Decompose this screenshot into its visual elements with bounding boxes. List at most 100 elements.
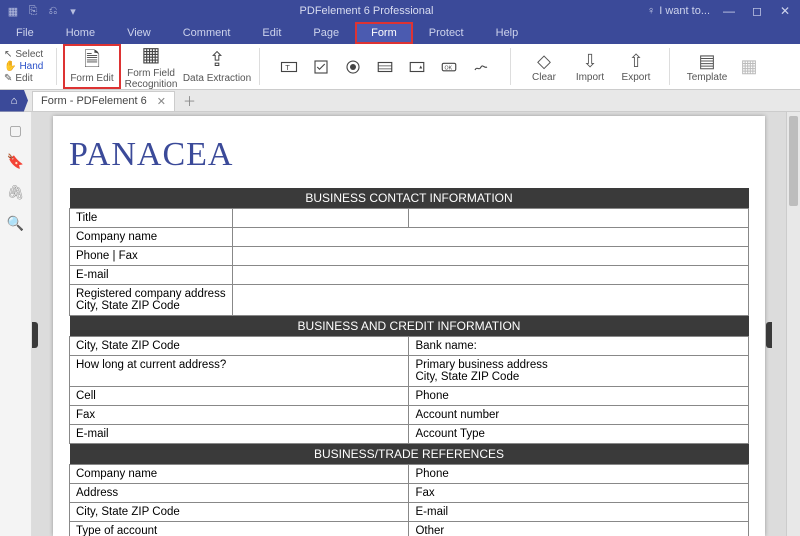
- app-title: PDFelement 6 Professional: [86, 5, 647, 17]
- more-templates-button[interactable]: ▦: [738, 44, 760, 89]
- import-button[interactable]: ⇩Import: [571, 44, 609, 89]
- field-title[interactable]: [232, 209, 409, 228]
- export-button[interactable]: ⇧Export: [617, 44, 655, 89]
- page: PANACEA BUSINESS CONTACT INFORMATION Tit…: [53, 116, 765, 536]
- section-header-3: BUSINESS/TRADE REFERENCES: [70, 444, 749, 465]
- text-field-icon[interactable]: T: [278, 56, 300, 78]
- label-fax: Fax: [70, 406, 409, 425]
- label-email: E-mail: [70, 266, 233, 285]
- label-other: Other: [409, 522, 749, 536]
- form-field-palette: T OK: [266, 44, 504, 89]
- brand-title: PANACEA: [69, 136, 749, 174]
- menu-bar: FileHomeViewCommentEditPageFormProtectHe…: [0, 22, 800, 44]
- label-bank-name: Bank name:: [409, 337, 749, 356]
- qat-dropdown-icon[interactable]: ▾: [66, 4, 80, 18]
- button-field-icon[interactable]: OK: [438, 56, 460, 78]
- edit-tool[interactable]: ✎Edit: [4, 73, 50, 84]
- bulb-icon: ♀: [647, 5, 655, 17]
- radio-field-icon[interactable]: [342, 56, 364, 78]
- minimize-button[interactable]: —: [720, 4, 738, 18]
- field-reg-address[interactable]: [232, 285, 748, 316]
- field-email[interactable]: [232, 266, 748, 285]
- label-primary-address: Primary business address City, State ZIP…: [409, 356, 749, 387]
- scrollbar-thumb[interactable]: [789, 116, 798, 206]
- menu-tab-home[interactable]: Home: [50, 22, 111, 44]
- label-phone-2: Phone: [409, 387, 749, 406]
- qat-icon-1[interactable]: ⎘: [26, 4, 40, 18]
- label-company-name-2: Company name: [70, 465, 409, 484]
- thumbnails-icon[interactable]: ▢: [9, 122, 22, 139]
- import-icon: ⇩: [582, 51, 597, 72]
- select-tool[interactable]: ↖Select: [4, 49, 50, 60]
- svg-text:OK: OK: [445, 65, 453, 71]
- menu-tab-protect[interactable]: Protect: [413, 22, 480, 44]
- selection-tools: ↖Select ✋Hand ✎Edit: [0, 44, 50, 89]
- pencil-icon: ✎: [4, 73, 12, 84]
- clear-button[interactable]: ◇Clear: [525, 44, 563, 89]
- cursor-icon: ↖: [4, 49, 12, 60]
- form-field-recognition-button[interactable]: ▦ Form Field Recognition: [121, 44, 181, 89]
- form-edit-button[interactable]: 🗎 Form Edit: [63, 44, 121, 89]
- field-company-name[interactable]: [232, 228, 748, 247]
- i-want-to[interactable]: ♀ I want to...: [647, 5, 710, 17]
- label-account-number: Account number: [409, 406, 749, 425]
- data-extraction-icon: ⇪: [209, 49, 226, 71]
- section-header-1: BUSINESS CONTACT INFORMATION: [70, 188, 749, 209]
- combobox-field-icon[interactable]: [374, 56, 396, 78]
- label-cell: Cell: [70, 387, 409, 406]
- hand-tool[interactable]: ✋Hand: [4, 61, 50, 72]
- label-how-long: How long at current address?: [70, 356, 409, 387]
- label-account-type: Account Type: [409, 425, 749, 444]
- label-address: Address: [70, 484, 409, 503]
- label-title: Title: [70, 209, 233, 228]
- hand-icon: ✋: [4, 61, 16, 72]
- label-type-of-account: Type of account: [70, 522, 409, 536]
- label-reg-address: Registered company address City, State Z…: [70, 285, 233, 316]
- field-phone-fax[interactable]: [232, 247, 748, 266]
- new-tab-button[interactable]: ＋: [183, 91, 196, 110]
- checkbox-field-icon[interactable]: [310, 56, 332, 78]
- label-fax-2: Fax: [409, 484, 749, 503]
- label-phone-fax: Phone | Fax: [70, 247, 233, 266]
- label-email-3: E-mail: [409, 503, 749, 522]
- close-button[interactable]: ✕: [776, 4, 794, 18]
- qat-icon-2[interactable]: ⎌: [46, 4, 60, 18]
- template-icon: ▤: [698, 51, 715, 72]
- eraser-icon: ◇: [537, 51, 551, 72]
- close-tab-icon[interactable]: ✕: [157, 95, 166, 108]
- vertical-scrollbar[interactable]: [786, 112, 800, 536]
- menu-tab-form[interactable]: Form: [355, 22, 413, 44]
- section-header-2: BUSINESS AND CREDIT INFORMATION: [70, 316, 749, 337]
- menu-tab-help[interactable]: Help: [480, 22, 535, 44]
- label-phone-3: Phone: [409, 465, 749, 484]
- form-table: BUSINESS CONTACT INFORMATION Title Compa…: [69, 188, 749, 536]
- form-edit-icon: 🗎: [84, 49, 100, 71]
- label-company-name: Company name: [70, 228, 233, 247]
- template-button[interactable]: ▤Template: [684, 44, 730, 89]
- left-expand-handle[interactable]: [32, 322, 38, 348]
- form-field-icon: ▦: [142, 44, 161, 66]
- listbox-field-icon[interactable]: [406, 56, 428, 78]
- label-city-zip: City, State ZIP Code: [70, 337, 409, 356]
- search-icon[interactable]: 🔍: [7, 215, 24, 232]
- bookmarks-icon[interactable]: 🔖: [7, 153, 24, 170]
- document-area[interactable]: PANACEA BUSINESS CONTACT INFORMATION Tit…: [32, 112, 786, 536]
- tab-home-icon[interactable]: ⌂: [0, 90, 28, 112]
- menu-tab-file[interactable]: File: [0, 22, 50, 44]
- menu-tab-page[interactable]: Page: [297, 22, 355, 44]
- label-email-2: E-mail: [70, 425, 409, 444]
- svg-text:T: T: [285, 63, 290, 72]
- menu-tab-edit[interactable]: Edit: [246, 22, 297, 44]
- document-tab[interactable]: Form - PDFelement 6 ✕: [32, 91, 175, 111]
- grid-icon: ▦: [740, 56, 757, 77]
- right-expand-handle[interactable]: [766, 322, 772, 348]
- attachments-icon[interactable]: 🖇: [7, 184, 25, 201]
- menu-tab-comment[interactable]: Comment: [167, 22, 247, 44]
- menu-tab-view[interactable]: View: [111, 22, 167, 44]
- maximize-button[interactable]: ◻: [748, 4, 766, 18]
- signature-field-icon[interactable]: [470, 56, 492, 78]
- side-panel: ▢ 🔖 🖇 🔍: [0, 112, 32, 536]
- data-extraction-button[interactable]: ⇪ Data Extraction: [181, 44, 253, 89]
- label-city-zip-2: City, State ZIP Code: [70, 503, 409, 522]
- export-icon: ⇧: [628, 51, 643, 72]
